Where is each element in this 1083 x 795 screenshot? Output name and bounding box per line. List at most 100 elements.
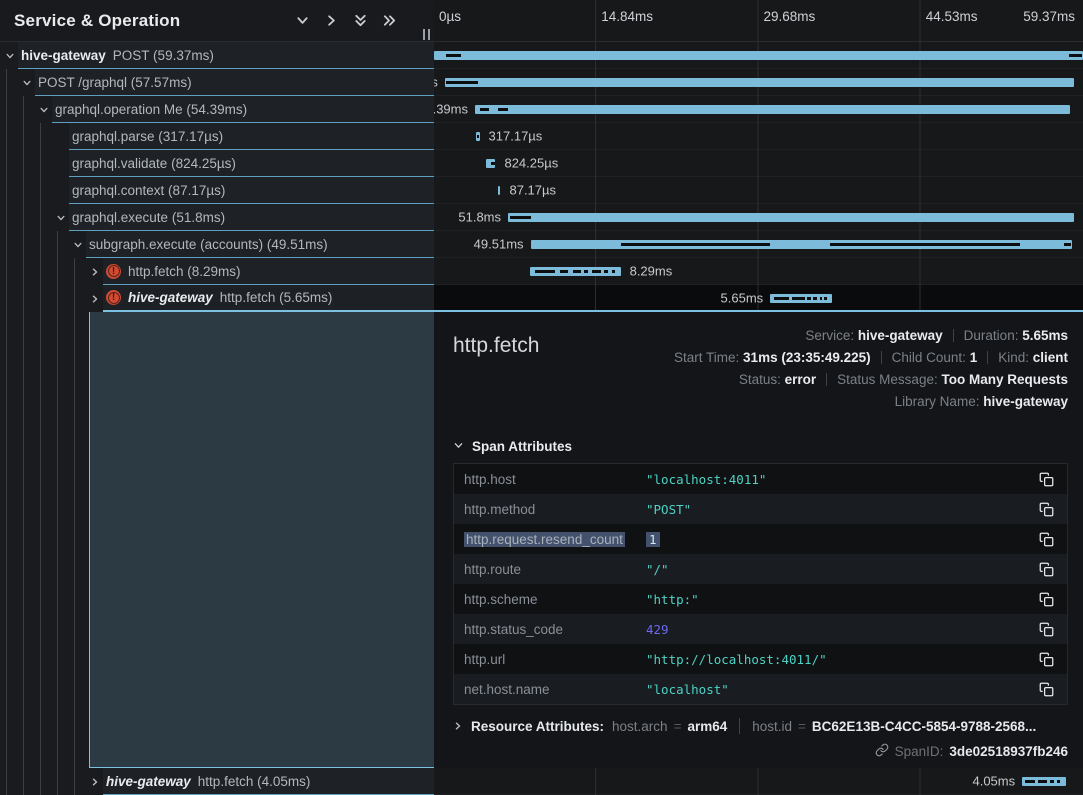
span-row: http.fetch (8.29ms)8.29ms bbox=[0, 258, 1083, 285]
attribute-value: 1 bbox=[646, 532, 1033, 547]
meta-divider bbox=[953, 329, 954, 342]
span-bar[interactable] bbox=[486, 159, 495, 168]
attribute-row[interactable]: http.route"/" bbox=[454, 554, 1067, 584]
copy-icon[interactable] bbox=[1033, 526, 1059, 552]
timeline-axis: 0µs14.84ms29.68ms44.53ms59.37ms bbox=[434, 0, 1083, 42]
copy-icon[interactable] bbox=[1033, 496, 1059, 522]
span-label: graphql.parse (317.17µs) bbox=[69, 123, 434, 150]
span-attributes-header[interactable]: Span Attributes bbox=[453, 439, 1068, 454]
copy-icon[interactable] bbox=[1033, 556, 1059, 582]
header-row: Service & Operation 0µs14.84ms29.68ms44.… bbox=[0, 0, 1083, 42]
chevron-down-icon[interactable] bbox=[2, 42, 18, 69]
meta-line: Start Time: 31ms (23:35:49.225)Child Cou… bbox=[674, 347, 1068, 369]
meta-value: 31ms (23:35:49.225) bbox=[743, 350, 871, 365]
child-span-mark bbox=[573, 270, 581, 273]
span-tree-item[interactable]: graphql.validate (824.25µs) bbox=[0, 150, 434, 177]
span-bar[interactable] bbox=[475, 105, 1070, 114]
chevron-down-icon[interactable] bbox=[291, 10, 313, 32]
span-label: graphql.execute (51.8ms) bbox=[69, 204, 434, 231]
timeline-cell[interactable]: 824.25µs bbox=[434, 150, 1083, 177]
operation-name: subgraph.execute (accounts) (49.51ms) bbox=[89, 237, 328, 252]
timeline-cell[interactable]: 4.05ms bbox=[434, 768, 1083, 795]
span-tree-item[interactable]: hive-gatewayhttp.fetch (5.65ms) bbox=[0, 285, 434, 312]
span-tree-item[interactable]: hive-gatewayhttp.fetch (4.05ms) bbox=[0, 768, 434, 795]
span-tree-item[interactable]: hive-gatewayPOST (59.37ms) bbox=[0, 42, 434, 69]
timeline-cell[interactable]: 49.51ms bbox=[434, 231, 1083, 258]
span-bar[interactable] bbox=[498, 186, 500, 195]
timeline-cell[interactable]: 5.65ms bbox=[434, 285, 1083, 312]
chevrons-down-icon[interactable] bbox=[349, 10, 371, 32]
chevron-down-icon[interactable] bbox=[53, 204, 69, 231]
span-bar[interactable] bbox=[1022, 777, 1066, 786]
copy-icon[interactable] bbox=[1033, 466, 1059, 492]
span-row: hive-gatewayhttp.fetch (5.65ms) 5.65ms bbox=[0, 285, 1083, 312]
duration-label: 5.65ms bbox=[721, 290, 764, 305]
timeline-cell[interactable]: 57.57ms bbox=[434, 69, 1083, 96]
span-bar[interactable] bbox=[508, 213, 1074, 222]
resource-attributes-row[interactable]: Resource Attributes:host.arch=arm64host.… bbox=[453, 718, 1068, 734]
timeline-cell[interactable] bbox=[434, 42, 1083, 69]
meta-divider bbox=[881, 351, 882, 364]
timeline-cell[interactable]: 8.29ms bbox=[434, 258, 1083, 285]
chevron-right-icon[interactable] bbox=[87, 285, 103, 312]
span-bar[interactable] bbox=[770, 294, 832, 303]
timeline-cell[interactable]: 317.17µs bbox=[434, 123, 1083, 150]
attribute-value: "http:" bbox=[646, 592, 1033, 607]
copy-icon[interactable] bbox=[1033, 586, 1059, 612]
attribute-row[interactable]: net.host.name"localhost" bbox=[454, 674, 1067, 704]
chevrons-right-icon[interactable] bbox=[378, 10, 400, 32]
chevron-right-icon[interactable] bbox=[87, 258, 103, 285]
span-bar[interactable] bbox=[476, 132, 479, 141]
span-title: http.fetch bbox=[453, 325, 539, 358]
link-icon[interactable] bbox=[875, 743, 889, 760]
chevron-right-icon[interactable] bbox=[320, 10, 342, 32]
span-label: hive-gatewayhttp.fetch (5.65ms) bbox=[103, 285, 434, 312]
span-bar[interactable] bbox=[434, 51, 1083, 60]
attribute-row[interactable]: http.host"localhost:4011" bbox=[454, 464, 1067, 494]
copy-icon[interactable] bbox=[1033, 646, 1059, 672]
chevron-down-icon[interactable] bbox=[36, 96, 52, 123]
indent-guides bbox=[0, 231, 70, 258]
meta-line: Status: errorStatus Message: Too Many Re… bbox=[674, 369, 1068, 391]
chevron-down-icon[interactable] bbox=[70, 231, 86, 258]
attribute-row[interactable]: http.scheme"http:" bbox=[454, 584, 1067, 614]
attribute-key: http.status_code bbox=[464, 622, 646, 637]
attribute-row[interactable]: http.url"http://localhost:4011/" bbox=[454, 644, 1067, 674]
copy-icon[interactable] bbox=[1033, 676, 1059, 702]
meta-value: client bbox=[1033, 350, 1068, 365]
detail-header: http.fetch Service: hive-gatewayDuration… bbox=[453, 325, 1068, 413]
chevron-right-icon[interactable] bbox=[87, 768, 103, 795]
attribute-row[interactable]: http.request.resend_count1 bbox=[454, 524, 1067, 554]
timeline-cell[interactable]: 51.8ms bbox=[434, 204, 1083, 231]
span-bar[interactable] bbox=[531, 240, 1072, 249]
child-span-mark bbox=[1038, 780, 1047, 783]
indent-guides bbox=[0, 285, 87, 312]
indent-guides bbox=[0, 177, 53, 204]
expanded-span-area[interactable] bbox=[89, 312, 434, 768]
span-label: http.fetch (8.29ms) bbox=[103, 258, 434, 285]
span-tree-item[interactable]: graphql.execute (51.8ms) bbox=[0, 204, 434, 231]
span-row: graphql.context (87.17µs)87.17µs bbox=[0, 177, 1083, 204]
service-name: hive-gateway bbox=[106, 774, 191, 789]
attribute-row[interactable]: http.method"POST" bbox=[454, 494, 1067, 524]
duration-label: 49.51ms bbox=[474, 237, 524, 252]
operation-name: POST /graphql (57.57ms) bbox=[38, 75, 192, 90]
service-name: hive-gateway bbox=[21, 48, 106, 63]
span-tree-item[interactable]: graphql.parse (317.17µs) bbox=[0, 123, 434, 150]
chevron-down-icon[interactable] bbox=[19, 69, 35, 96]
attribute-row[interactable]: http.status_code429 bbox=[454, 614, 1067, 644]
span-bar[interactable] bbox=[445, 78, 1074, 87]
span-tree-item[interactable]: POST /graphql (57.57ms) bbox=[0, 69, 434, 96]
timeline-cell[interactable]: 54.39ms bbox=[434, 96, 1083, 123]
indent-guides bbox=[0, 150, 53, 177]
span-bar[interactable] bbox=[530, 267, 621, 276]
meta-label: Child Count: bbox=[892, 350, 970, 365]
copy-icon[interactable] bbox=[1033, 616, 1059, 642]
span-tree-item[interactable]: graphql.operation Me (54.39ms) bbox=[0, 96, 434, 123]
span-tree-item[interactable]: subgraph.execute (accounts) (49.51ms) bbox=[0, 231, 434, 258]
span-tree-item[interactable]: graphql.context (87.17µs) bbox=[0, 177, 434, 204]
span-tree-item[interactable]: http.fetch (8.29ms) bbox=[0, 258, 434, 285]
drag-handle-icon[interactable] bbox=[423, 29, 430, 40]
resource-pair: host.arch=arm64 bbox=[612, 719, 727, 734]
timeline-cell[interactable]: 87.17µs bbox=[434, 177, 1083, 204]
